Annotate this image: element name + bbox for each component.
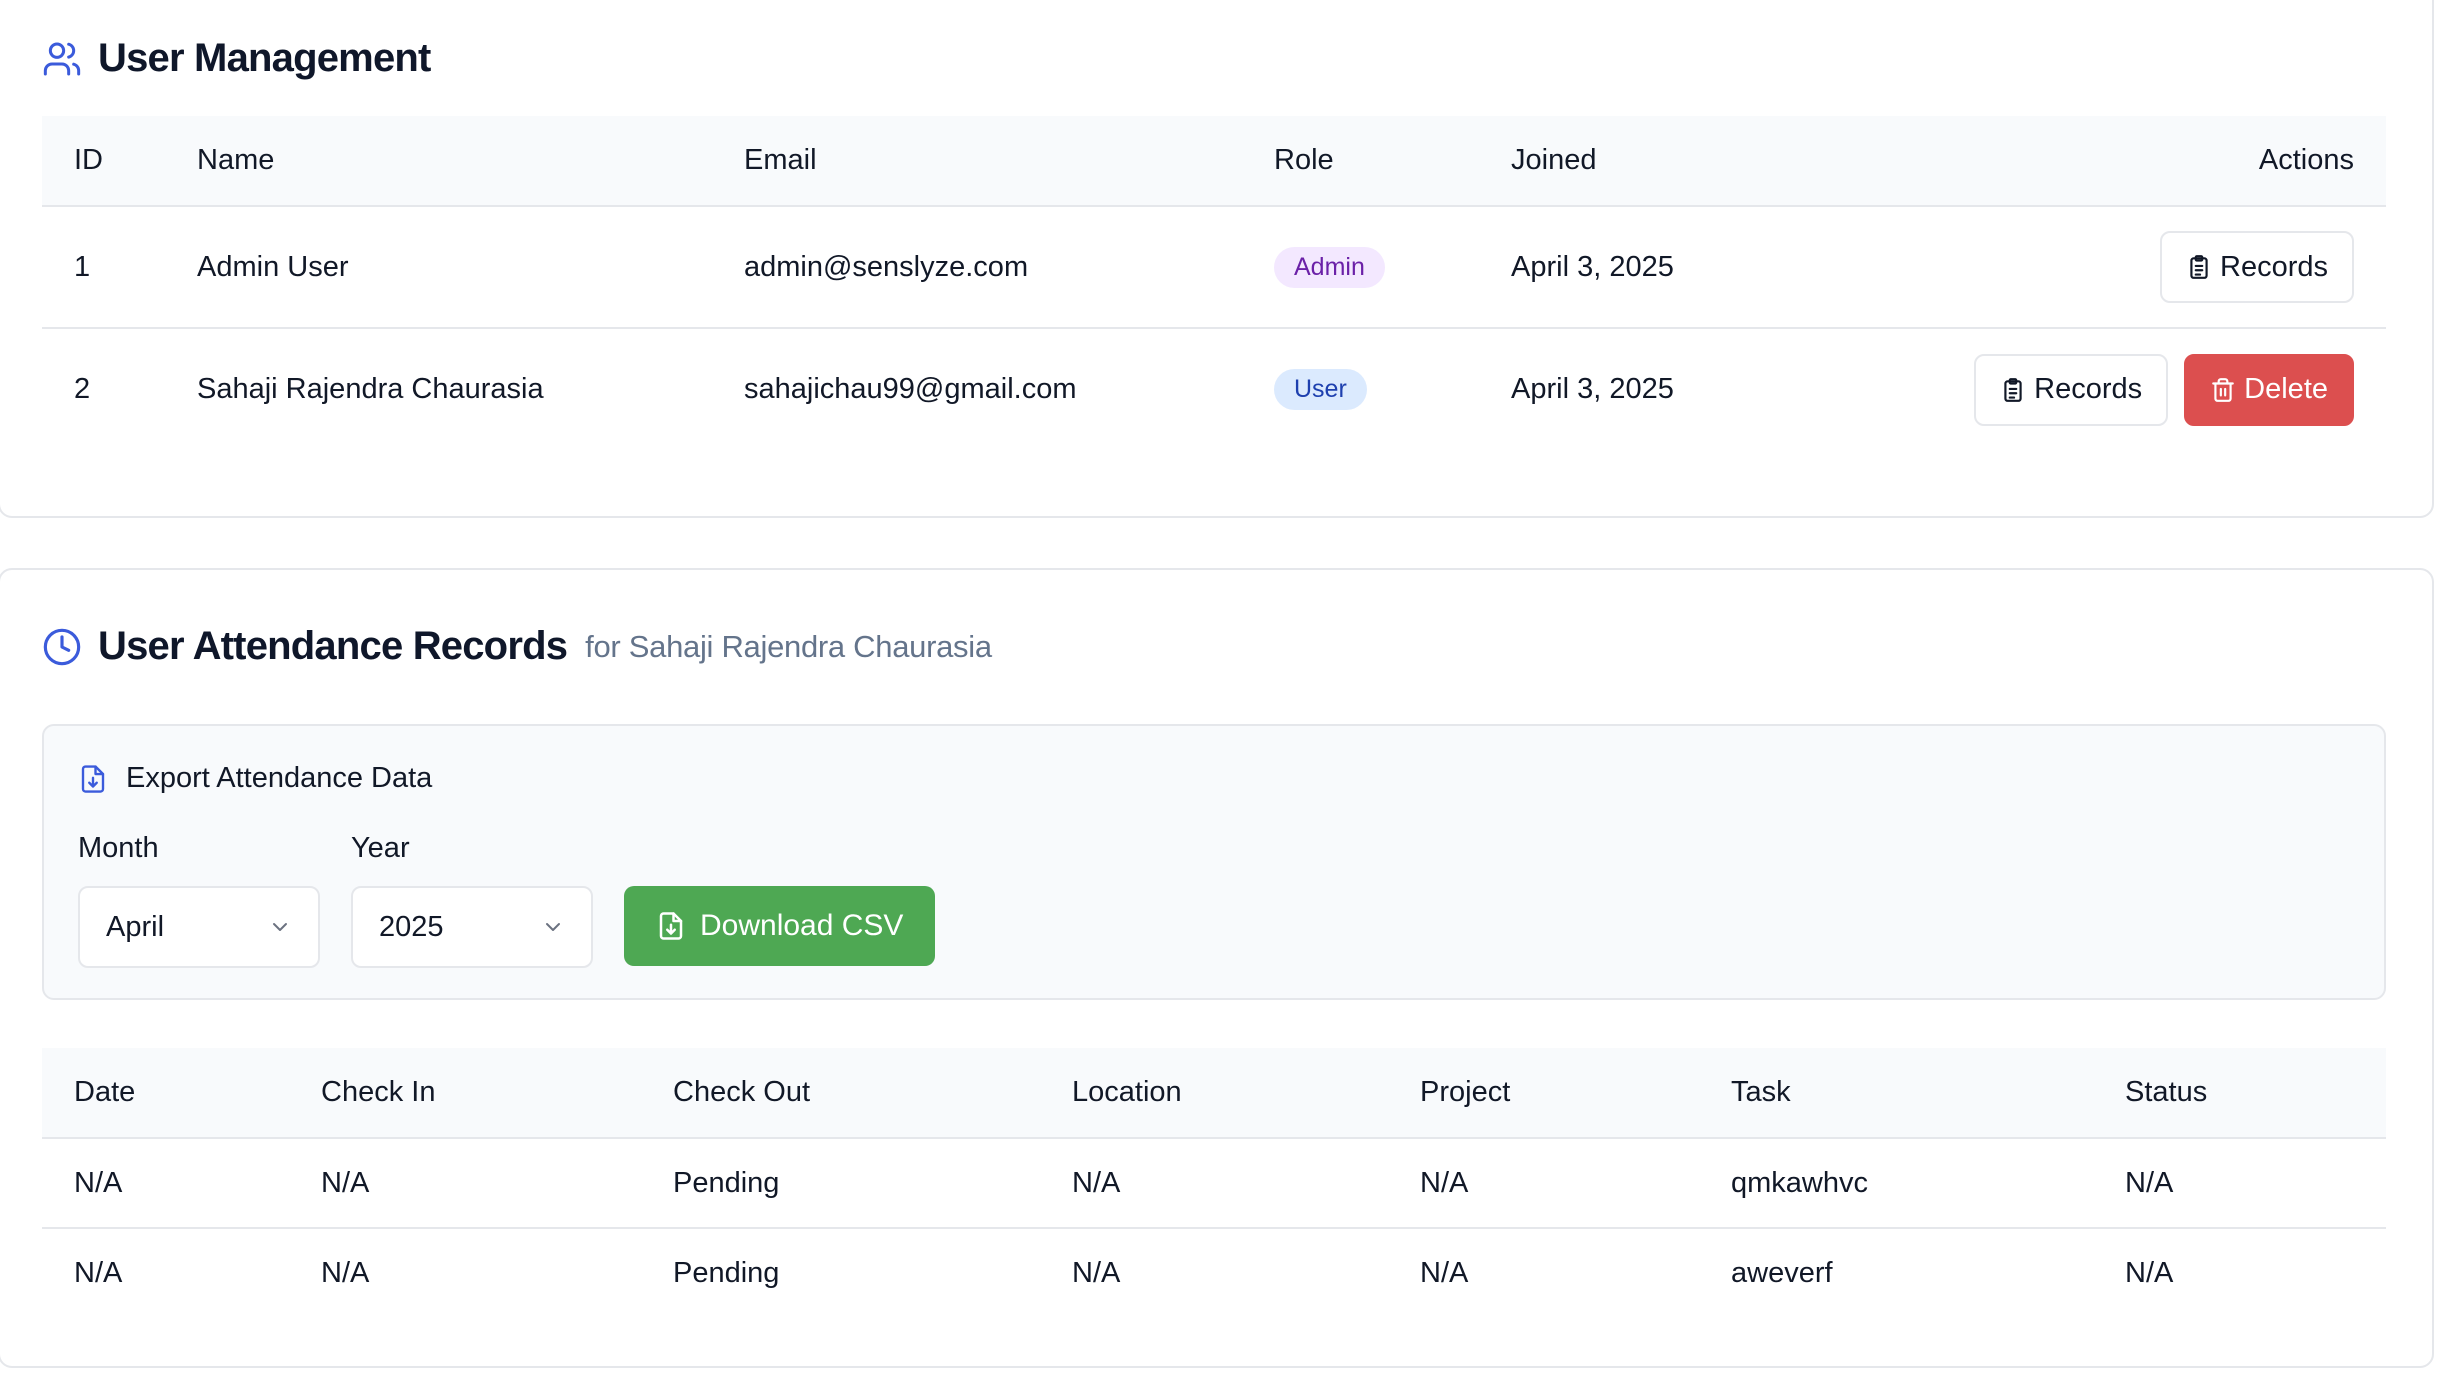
table-header-row: ID Name Email Role Joined Actions (42, 116, 2386, 206)
cell-actions: Records (1899, 206, 2386, 328)
cell-task: qmkawhvc (1731, 1166, 1868, 1199)
column-header-status: Status (2125, 1076, 2208, 1108)
export-panel: Export Attendance Data Month Year April … (42, 724, 2386, 1000)
user-management-header: User Management (42, 36, 431, 81)
cell-date: N/A (74, 1257, 123, 1289)
records-button[interactable]: Records (2160, 231, 2354, 303)
month-select[interactable]: April (78, 886, 320, 968)
users-icon (42, 39, 82, 79)
cell-id: 1 (74, 250, 91, 283)
export-title: Export Attendance Data (126, 762, 433, 794)
delete-button[interactable]: Delete (2184, 353, 2354, 426)
clipboard-icon (2186, 254, 2212, 280)
cell-check-out: Pending (673, 1257, 780, 1289)
column-header-role: Role (1274, 144, 1334, 176)
records-button[interactable]: Records (1974, 353, 2169, 426)
users-table: ID Name Email Role Joined Actions 1 Admi… (42, 116, 2386, 450)
clipboard-icon (2000, 377, 2026, 403)
column-header-task: Task (1731, 1076, 1791, 1108)
column-header-email: Email (744, 144, 817, 176)
records-button-label: Records (2220, 250, 2328, 283)
table-header-row: Date Check In Check Out Location Project… (42, 1048, 2386, 1138)
cell-joined: April 3, 2025 (1511, 373, 1674, 405)
cell-check-in: N/A (321, 1257, 370, 1289)
trash-icon (2210, 377, 2236, 403)
cell-check-in: N/A (321, 1166, 370, 1199)
cell-name: Sahaji Rajendra Chaurasia (197, 373, 544, 405)
user-management-card: User Management ID Name Email Role Joine… (0, 0, 2434, 518)
file-download-icon (78, 763, 108, 795)
month-select-value: April (106, 910, 165, 943)
clock-icon (42, 627, 82, 667)
export-header: Export Attendance Data (78, 762, 432, 795)
cell-project: N/A (1420, 1166, 1469, 1199)
delete-button-label: Delete (2244, 373, 2328, 405)
cell-status: N/A (2125, 1166, 2174, 1199)
cell-location: N/A (1072, 1166, 1121, 1199)
file-download-icon (656, 910, 686, 942)
section-subtitle: for Sahaji Rajendra Chaurasia (585, 628, 992, 664)
page-title: User Management (98, 36, 431, 80)
records-button-label: Records (2034, 373, 2143, 405)
cell-actions: Records Delete (1899, 328, 2386, 450)
year-select-value: 2025 (379, 910, 444, 943)
attendance-header: User Attendance Records for Sahaji Rajen… (42, 624, 992, 669)
cell-email: sahajichau99@gmail.com (744, 373, 1077, 405)
year-label: Year (351, 832, 410, 864)
cell-name: Admin User (197, 250, 349, 283)
cell-location: N/A (1072, 1257, 1121, 1289)
column-header-check-out: Check Out (673, 1076, 810, 1108)
column-header-joined: Joined (1511, 144, 1597, 176)
cell-task: aweverf (1731, 1257, 1833, 1289)
download-csv-label: Download CSV (700, 909, 904, 942)
cell-id: 2 (74, 373, 91, 405)
section-title: User Attendance Records (98, 624, 568, 668)
table-row: 1 Admin User admin@senslyze.com Admin Ap… (42, 206, 2386, 328)
year-select[interactable]: 2025 (351, 886, 593, 968)
attendance-table: Date Check In Check Out Location Project… (42, 1048, 2386, 1318)
column-header-check-in: Check In (321, 1076, 436, 1108)
chevron-down-icon (541, 915, 565, 939)
cell-email: admin@senslyze.com (744, 250, 1029, 283)
cell-role: User (1242, 328, 1479, 450)
column-header-name: Name (197, 144, 275, 176)
cell-role: Admin (1242, 206, 1479, 328)
cell-status: N/A (2125, 1257, 2174, 1289)
chevron-down-icon (268, 915, 292, 939)
attendance-card: User Attendance Records for Sahaji Rajen… (0, 568, 2434, 1368)
cell-project: N/A (1420, 1257, 1469, 1289)
download-csv-button[interactable]: Download CSV (624, 886, 936, 966)
column-header-id: ID (74, 144, 103, 176)
month-label: Month (78, 832, 159, 864)
cell-check-out: Pending (673, 1166, 780, 1199)
table-row: 2 Sahaji Rajendra Chaurasia sahajichau99… (42, 328, 2386, 450)
role-badge: Admin (1274, 246, 1385, 288)
table-row: N/A N/A Pending N/A N/A qmkawhvc N/A (42, 1138, 2386, 1228)
column-header-location: Location (1072, 1076, 1182, 1108)
role-badge: User (1274, 369, 1367, 410)
table-row: N/A N/A Pending N/A N/A aweverf N/A (42, 1228, 2386, 1318)
column-header-project: Project (1420, 1076, 1511, 1108)
cell-joined: April 3, 2025 (1511, 250, 1674, 283)
column-header-date: Date (74, 1076, 136, 1108)
cell-date: N/A (74, 1166, 123, 1199)
column-header-actions: Actions (2258, 144, 2354, 176)
